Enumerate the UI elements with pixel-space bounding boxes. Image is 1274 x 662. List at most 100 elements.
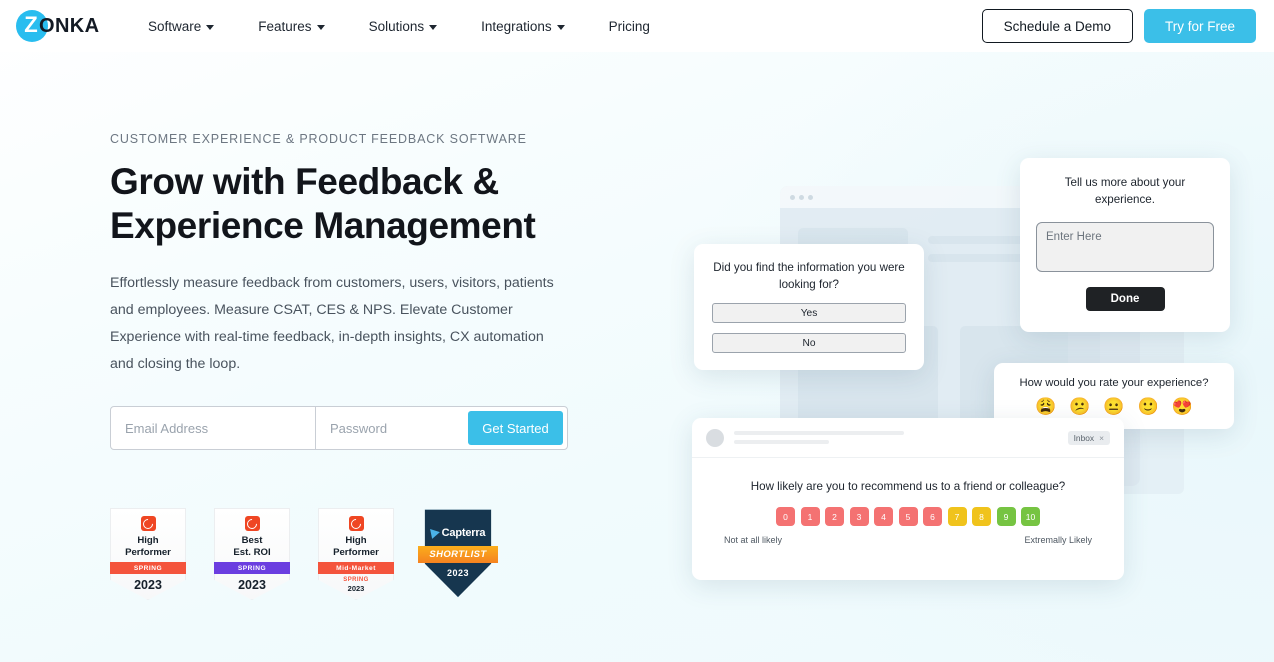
heart-eyes-face-icon[interactable]: 😍 xyxy=(1172,398,1193,415)
nav-item-pricing[interactable]: Pricing xyxy=(587,0,672,52)
email-header-row: Inbox × xyxy=(692,418,1124,458)
nav-label: Software xyxy=(148,18,202,34)
badge-year: 2023 xyxy=(238,578,266,592)
done-button[interactable]: Done xyxy=(1085,287,1165,311)
badge-title: Best Est. ROI xyxy=(233,535,270,558)
g2-logo-icon xyxy=(348,516,364,531)
badge-capterra-shortlist: Capterra SHORTLIST 2023 xyxy=(418,508,498,598)
try-for-free-button[interactable]: Try for Free xyxy=(1143,9,1256,43)
nps-button-2[interactable]: 2 xyxy=(825,507,844,526)
nps-button-8[interactable]: 8 xyxy=(972,507,991,526)
g2-logo-icon xyxy=(140,516,156,531)
badge-ribbon: Mid-Market xyxy=(318,562,394,574)
hero-eyebrow: CUSTOMER EXPERIENCE & PRODUCT FEEDBACK S… xyxy=(110,132,527,146)
badge-ribbon: SPRING xyxy=(214,562,290,574)
nps-scale: 0 1 2 3 4 5 6 7 8 9 10 xyxy=(692,507,1124,526)
badge-g2-best-est-roi: Best Est. ROI SPRING 2023 xyxy=(214,508,290,600)
survey-card-yes-no: Did you find the information you were lo… xyxy=(694,244,924,370)
badge-title: High Performer xyxy=(333,535,379,558)
window-dot-icon xyxy=(808,194,813,200)
nav-item-solutions[interactable]: Solutions xyxy=(347,0,460,52)
avatar xyxy=(706,428,724,447)
nav-item-software[interactable]: Software xyxy=(126,0,236,52)
badge-title-line2: Est. ROI xyxy=(233,546,271,558)
email-input[interactable] xyxy=(111,407,316,449)
capterra-name: Capterra xyxy=(441,527,486,539)
nps-button-7[interactable]: 7 xyxy=(947,507,967,526)
placeholder-line xyxy=(734,431,904,435)
badge-title-line1: Best xyxy=(241,535,263,546)
badge-g2-high-performer-mid-market: High Performer Mid-Market SPRING 2023 xyxy=(318,508,394,600)
badge-ribbon: SHORTLIST xyxy=(418,546,498,563)
survey-card-free-text: Tell us more about your experience. Ente… xyxy=(1020,158,1230,332)
survey-question: How would you rate your experience? xyxy=(1019,377,1209,389)
get-started-button[interactable]: Get Started xyxy=(468,411,563,445)
confused-face-icon[interactable]: 😕 xyxy=(1069,398,1090,415)
badge-year: 2023 xyxy=(134,578,162,592)
placeholder-lines xyxy=(734,431,1058,444)
chevron-down-icon xyxy=(429,24,438,30)
weary-face-icon[interactable]: 😩 xyxy=(1035,398,1056,415)
survey-question: Tell us more about your experience. xyxy=(1064,176,1186,206)
chevron-down-icon xyxy=(316,24,325,30)
window-dot-icon xyxy=(799,194,804,200)
emoji-scale: 😩 😕 😐 🙂 😍 xyxy=(994,398,1234,415)
nps-button-5[interactable]: 5 xyxy=(898,507,918,526)
schedule-demo-button[interactable]: Schedule a Demo xyxy=(981,9,1133,43)
chevron-down-icon xyxy=(556,24,565,30)
nav-label: Pricing xyxy=(608,18,650,34)
nav-label: Features xyxy=(258,18,312,34)
badge-ribbon: SPRING xyxy=(110,562,186,574)
capterra-triangle-icon xyxy=(429,527,441,539)
survey-question: How likely are you to recommend us to a … xyxy=(750,480,1066,493)
zonka-logo[interactable]: Z ONKA xyxy=(16,10,100,42)
chevron-down-icon xyxy=(206,24,215,30)
hero-illustration: Did you find the information you were lo… xyxy=(660,58,1274,662)
neutral-face-icon[interactable]: 😐 xyxy=(1103,398,1124,415)
header-actions: Schedule a Demo Try for Free xyxy=(981,9,1256,43)
nps-button-1[interactable]: 1 xyxy=(800,507,820,526)
site-header: Z ONKA Software Features Solutions Integ… xyxy=(0,0,1274,52)
badge-title-line2: Performer xyxy=(125,546,171,558)
nps-button-9[interactable]: 9 xyxy=(996,507,1016,526)
close-icon[interactable]: × xyxy=(1099,433,1104,443)
nav-item-integrations[interactable]: Integrations xyxy=(459,0,587,52)
headline-line-1: Grow with Feedback & xyxy=(110,161,499,202)
survey-question: Did you find the information you were lo… xyxy=(713,261,905,291)
signup-form: Get Started xyxy=(110,406,568,450)
feedback-textarea[interactable]: Enter Here xyxy=(1036,222,1214,272)
nps-button-3[interactable]: 3 xyxy=(849,507,869,526)
nav-label: Integrations xyxy=(481,18,552,34)
award-badges: High Performer SPRING 2023 Best Est. ROI… xyxy=(110,508,498,600)
hero-subcopy: Effortlessly measure feedback from custo… xyxy=(110,275,554,372)
nps-button-10[interactable]: 10 xyxy=(1021,507,1040,526)
answer-no-button[interactable]: No xyxy=(712,333,906,353)
capterra-logo: Capterra xyxy=(422,527,494,539)
placeholder-line xyxy=(734,440,829,444)
nps-button-4[interactable]: 4 xyxy=(874,507,893,526)
logo-wordmark: ONKA xyxy=(39,14,100,37)
badge-title-line2: Performer xyxy=(333,546,379,558)
badge-title-line1: High xyxy=(137,535,159,546)
inbox-tag-label: Inbox xyxy=(1073,432,1095,443)
nps-button-0[interactable]: 0 xyxy=(776,507,795,526)
hero-copy: CUSTOMER EXPERIENCE & PRODUCT FEEDBACK S… xyxy=(110,132,590,450)
nps-button-6[interactable]: 6 xyxy=(923,507,942,526)
g2-logo-icon xyxy=(244,516,260,531)
nav-label: Solutions xyxy=(368,18,425,34)
badge-year: 2023 xyxy=(347,584,365,593)
survey-card-nps: Inbox × How likely are you to recommend … xyxy=(692,418,1124,580)
password-input[interactable] xyxy=(316,407,468,449)
slightly-smiling-face-icon[interactable]: 🙂 xyxy=(1138,398,1159,415)
badge-g2-high-performer-spring: High Performer SPRING 2023 xyxy=(110,508,186,600)
nav-item-features[interactable]: Features xyxy=(236,0,346,52)
answer-yes-button[interactable]: Yes xyxy=(712,303,906,323)
badge-title: High Performer xyxy=(125,535,171,558)
page-title: Grow with Feedback & Experience Manageme… xyxy=(110,160,590,248)
landing-page: Z ONKA Software Features Solutions Integ… xyxy=(0,0,1274,662)
nps-right-label: Extremally Likely xyxy=(1024,535,1092,545)
headline-line-2: Experience Management xyxy=(110,205,536,246)
inbox-tag[interactable]: Inbox × xyxy=(1067,430,1110,445)
window-dot-icon xyxy=(790,194,795,200)
badge-year: 2023 xyxy=(446,568,470,578)
